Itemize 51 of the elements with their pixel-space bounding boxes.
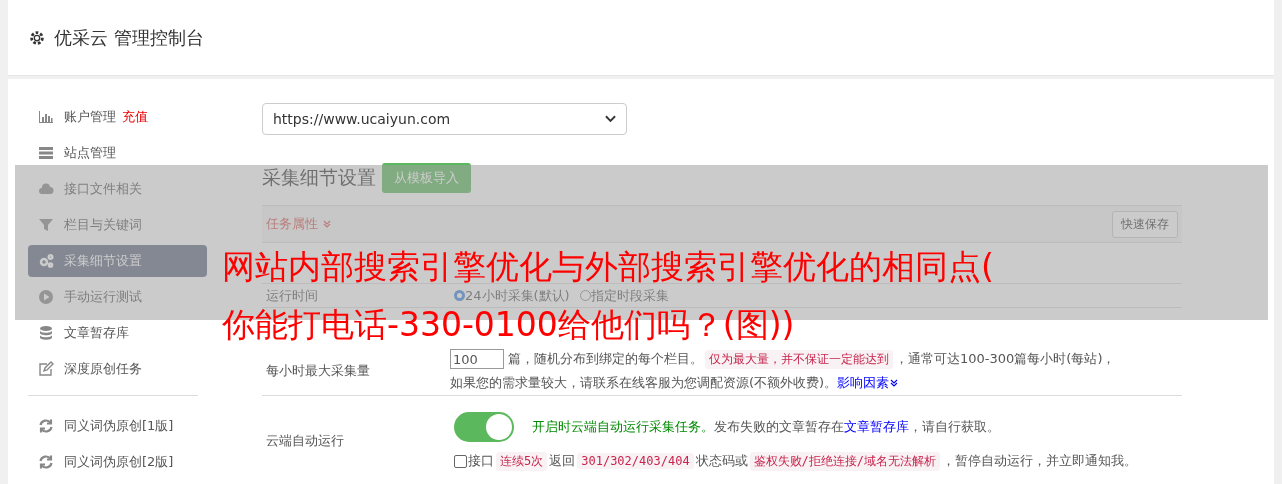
radio-label: 24小时采集(默认): [465, 286, 570, 305]
code-text: 301/302/403/404: [577, 453, 694, 469]
banner-title: 网站内部搜索引擎优化与外部搜索引擎优化的相同点(: [222, 248, 994, 286]
help-text: 状态码或: [695, 452, 748, 470]
database-icon: [38, 325, 54, 341]
help-text: 返回: [549, 452, 576, 470]
archive-link[interactable]: 文章暂存库: [844, 418, 909, 436]
factors-link[interactable]: 影响因素: [837, 374, 890, 392]
field-label: 每小时最大采集量: [266, 362, 370, 380]
bar-chart-icon: [38, 109, 54, 125]
radio-button[interactable]: [454, 290, 465, 301]
status-text: 开启时云端自动运行采集任务。: [532, 418, 714, 436]
console-title: 优采云 管理控制台: [54, 25, 204, 50]
help-text: 如果您的需求量较大，请联系在线客服为您调配资源(不额外收费)。: [450, 374, 838, 392]
section-title: 采集细节设置: [262, 165, 376, 190]
refresh-icon: [38, 418, 54, 434]
help-text: ，暂停自动运行，并立即通知我。: [942, 452, 1138, 470]
site-select[interactable]: https://www.ucaiyun.com: [262, 103, 627, 135]
sidebar-item[interactable]: 深度原创任务: [28, 353, 207, 385]
cloud-icon: [38, 181, 54, 197]
sidebar-item[interactable]: 账户管理 充值: [28, 101, 207, 133]
help-text: ，请自行获取。: [909, 418, 1000, 436]
radio-label: 指定时段采集: [590, 286, 669, 305]
help-text: 篇，随机分布到绑定的每个栏目。: [508, 350, 703, 368]
help-text: ，通常可达100-300篇每小时(每站)，: [895, 350, 1116, 368]
sidebar-item[interactable]: 同义词伪原创[1版]: [28, 410, 207, 442]
field-label: 运行时间: [265, 286, 319, 305]
help-text: 接口: [468, 452, 494, 470]
checkbox[interactable]: [454, 454, 467, 468]
number-field[interactable]: 100: [450, 349, 504, 369]
code-text: 鉴权失败/拒绝连接/域名无法解析: [749, 451, 941, 471]
settings-icon: [28, 28, 46, 47]
play-icon: [38, 289, 54, 305]
edit-icon: [38, 361, 54, 377]
recharge-link[interactable]: 充值: [122, 108, 148, 126]
code-text: 仅为最大量，并不保证一定能达到: [705, 349, 893, 369]
sidebar-item[interactable]: 同义词伪原创[2版]: [28, 446, 207, 478]
toggle-switch[interactable]: [454, 412, 514, 442]
chevron-down-icon: [889, 378, 900, 388]
banner-title: 你能打电话-330-0100给他们吗？(图)): [222, 306, 795, 344]
caret-icon: [605, 115, 616, 123]
sidebar-item[interactable]: 文章暂存库: [28, 317, 207, 349]
refresh-icon: [38, 454, 54, 470]
sidebar-item[interactable]: 站点管理: [28, 137, 207, 169]
gears-icon: [38, 253, 54, 269]
field-label: 云端自动运行: [265, 432, 345, 450]
server-icon: [38, 145, 54, 161]
code-text: 连续5次: [496, 451, 548, 471]
chevron-down-icon: [322, 219, 332, 229]
filter-icon: [38, 217, 54, 233]
help-text: 发布失败的文章暂存在: [714, 418, 844, 436]
